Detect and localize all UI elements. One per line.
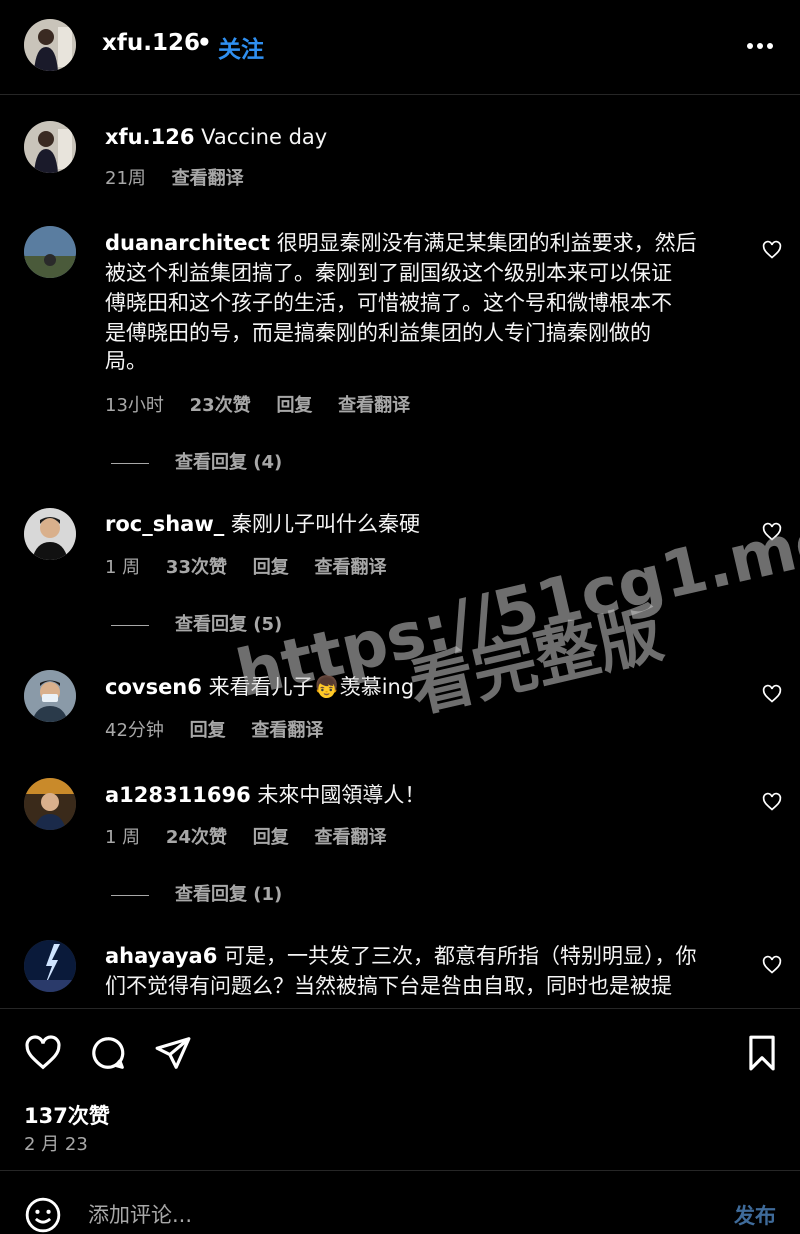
- comment-meta: 1 周 33次赞 回复 查看翻译: [105, 553, 406, 579]
- comment-text-line: 被这个利益集团搞了。秦刚到了副国级这个级别本来可以保证: [105, 261, 672, 285]
- comment-likes[interactable]: 33次赞: [166, 553, 227, 579]
- caption-username[interactable]: xfu.126: [105, 125, 194, 149]
- reply-link[interactable]: 回复: [253, 823, 289, 849]
- reply-dash: [111, 462, 149, 464]
- watermark-text: 看完整版: [403, 597, 670, 727]
- reply-dash: [111, 624, 149, 626]
- comment-avatar[interactable]: [24, 508, 76, 560]
- author-username[interactable]: xfu.126: [102, 30, 200, 56]
- comment-avatar[interactable]: [24, 940, 76, 992]
- comment-text-line: 们不觉得有问题么？当然被搞下台是咎由自取，同时也是被提: [105, 974, 672, 998]
- comment-body: 很明显秦刚没有满足某集团的利益要求，然后: [276, 231, 697, 255]
- comment-text-line: duanarchitect 很明显秦刚没有满足某集团的利益要求，然后: [105, 228, 697, 258]
- comment-likes[interactable]: 23次赞: [190, 391, 251, 417]
- post-date: 2 月 23: [24, 1134, 88, 1155]
- comment-body: 来看看儿子👦羡慕ing: [208, 675, 415, 699]
- caption-translate-link[interactable]: 查看翻译: [172, 164, 244, 190]
- comment-bubble-icon[interactable]: [89, 1034, 127, 1072]
- reply-link[interactable]: 回复: [253, 553, 289, 579]
- comment-text-line: ahayaya6 可是，一共发了三次，都意有所指（特别明显），你: [105, 941, 697, 971]
- actions-divider: [0, 1008, 800, 1009]
- view-replies-button[interactable]: 查看回复 (5): [111, 610, 282, 636]
- reply-link[interactable]: 回复: [190, 716, 226, 742]
- comment-avatar[interactable]: [24, 778, 76, 830]
- paper-plane-icon[interactable]: [154, 1034, 192, 1072]
- view-replies-label: 查看回复 (4): [175, 452, 283, 473]
- follow-button[interactable]: 关注: [218, 30, 264, 64]
- post-header: xfu.126 • 关注: [0, 0, 800, 95]
- heart-icon[interactable]: [762, 955, 782, 975]
- comment-text-line: 是傅晓田的号，而是搞秦刚的利益集团的人专门搞秦刚做的: [105, 321, 651, 345]
- comment-username[interactable]: roc_shaw_: [105, 512, 224, 536]
- view-replies-label: 查看回复 (1): [175, 884, 283, 905]
- caption-age: 21周: [105, 168, 146, 189]
- heart-icon[interactable]: [762, 522, 782, 542]
- comment-body: 可是，一共发了三次，都意有所指（特别明显），你: [224, 944, 697, 968]
- heart-icon[interactable]: [762, 792, 782, 812]
- comment-username[interactable]: a128311696: [105, 783, 251, 807]
- comment-meta: 13小时 23次赞 回复 查看翻译: [105, 391, 430, 417]
- translate-link[interactable]: 查看翻译: [251, 716, 323, 742]
- comment-text-line: roc_shaw_ 秦刚儿子叫什么秦硬: [105, 509, 420, 539]
- author-avatar[interactable]: [24, 19, 76, 71]
- add-comment-input[interactable]: [88, 1198, 688, 1232]
- heart-icon[interactable]: [24, 1034, 62, 1072]
- comment-box-divider: [0, 1170, 800, 1171]
- comment-body: 未來中國領導人！: [257, 783, 426, 807]
- comment-age: 42分钟: [105, 720, 164, 741]
- post-likes-count[interactable]: 137次赞: [24, 1100, 110, 1130]
- comment-age: 13小时: [105, 395, 164, 416]
- comment-text-line: 傅晓田和这个孩子的生活，可惜被搞了。这个号和微博根本不: [105, 291, 672, 315]
- caption-avatar[interactable]: [24, 121, 76, 173]
- comment-age: 1 周: [105, 827, 141, 848]
- reply-dash: [111, 894, 149, 896]
- view-replies-button[interactable]: 查看回复 (1): [111, 880, 282, 906]
- comment-meta: 42分钟 回复 查看翻译: [105, 716, 343, 742]
- caption-text: xfu.126 Vaccine day: [105, 122, 327, 152]
- comment-username[interactable]: covsen6: [105, 675, 202, 699]
- comment-text-line: 局。: [105, 349, 147, 373]
- heart-icon[interactable]: [762, 684, 782, 704]
- translate-link[interactable]: 查看翻译: [314, 823, 386, 849]
- comment-meta: 1 周 24次赞 回复 查看翻译: [105, 823, 406, 849]
- view-replies-button[interactable]: 查看回复 (4): [111, 448, 282, 474]
- separator-dot: •: [197, 30, 212, 56]
- comment-avatar[interactable]: [24, 670, 76, 722]
- comment-likes[interactable]: 24次赞: [166, 823, 227, 849]
- reply-link[interactable]: 回复: [276, 391, 312, 417]
- view-replies-label: 查看回复 (5): [175, 614, 283, 635]
- translate-link[interactable]: 查看翻译: [338, 391, 410, 417]
- more-horizontal-icon[interactable]: [740, 34, 780, 58]
- smiley-icon[interactable]: [24, 1196, 62, 1234]
- caption-body: Vaccine day: [201, 125, 328, 149]
- comment-text-line: a128311696 未來中國領導人！: [105, 780, 425, 810]
- caption-meta: 21周 查看翻译: [105, 164, 264, 190]
- comment-text-line: covsen6 来看看儿子👦羡慕ing: [105, 672, 414, 702]
- bookmark-icon[interactable]: [743, 1034, 781, 1072]
- comment-avatar[interactable]: [24, 226, 76, 278]
- comment-body: 秦刚儿子叫什么秦硬: [230, 512, 420, 536]
- post-comment-button[interactable]: 发布: [734, 1200, 776, 1230]
- translate-link[interactable]: 查看翻译: [314, 553, 386, 579]
- comment-username[interactable]: ahayaya6: [105, 944, 217, 968]
- comment-age: 1 周: [105, 557, 141, 578]
- comment-username[interactable]: duanarchitect: [105, 231, 270, 255]
- heart-icon[interactable]: [762, 240, 782, 260]
